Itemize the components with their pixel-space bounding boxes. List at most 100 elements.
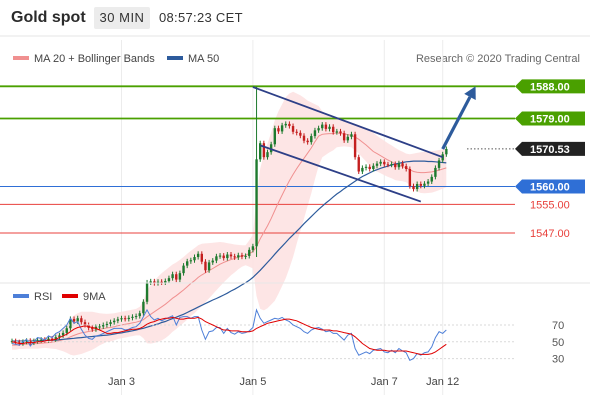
candle [134,316,138,318]
last-price-label: 1570.53 [530,144,570,156]
candle [196,253,200,258]
candle [76,318,79,322]
candle [353,134,357,158]
candle [109,322,112,324]
level-labels: 1588.00 1579.00 1570.53 1560.00 1555.00 1547.… [515,79,585,240]
candle [36,340,39,342]
candle [332,126,335,133]
support-label: 1560.00 [530,182,570,194]
candle [189,260,193,262]
candle [145,282,149,302]
candle [328,126,331,129]
candle [105,323,109,326]
candle [390,163,393,165]
candle [120,318,123,320]
candle [434,167,437,177]
ma50-legend-swatch [167,56,183,60]
candle [182,265,185,274]
candle [317,128,320,131]
candle [65,328,68,333]
candle [430,176,433,182]
candle [80,318,83,323]
rsi-x-axis: Jan 3 Jan 5 Jan 7 Jan 12 [108,376,459,388]
candle [229,254,233,257]
candle [178,273,182,280]
candle [186,261,189,266]
resistance-label: 1579.00 [530,114,570,126]
candle [218,255,222,257]
candle [164,281,167,283]
candle [207,262,211,271]
support-label: 1547.00 [530,228,570,240]
candle [273,128,276,145]
rsi-y-axis: 30 50 70 [552,320,564,366]
candle [175,274,178,280]
rsi-legend: RSI 9MA [13,291,106,303]
x-tick-label: Jan 7 [371,376,398,388]
candle [215,256,218,261]
candle [233,256,236,258]
candle [342,133,346,141]
candle [361,167,364,172]
candle [339,131,342,134]
bollinger-band [12,91,447,356]
x-tick-label: Jan 12 [426,376,459,388]
candle [204,261,207,271]
candle [193,257,196,261]
candle [116,319,120,321]
candle [266,152,269,158]
candle [98,326,101,328]
candle [291,126,295,132]
resistance-label: 1588.00 [530,81,570,93]
candle [401,163,404,167]
candle [383,161,386,165]
candle [364,166,368,168]
candle [415,184,419,190]
rsi-tick-label: 50 [552,337,564,349]
ma20-legend-swatch [13,56,29,60]
candle [419,184,422,186]
candle [226,254,229,259]
candle [142,301,145,314]
candle [386,164,390,166]
target-arrow-shaft [441,96,472,150]
candle [222,255,225,259]
ma20-legend-label: MA 20 + Bollinger Bands [34,53,155,65]
rsi-tick-label: 30 [552,354,564,366]
ma50-legend-label: MA 50 [188,53,219,65]
ma9-legend-label: 9MA [83,291,106,303]
candle [295,131,298,133]
candle [211,260,214,263]
main-legend: MA 20 + Bollinger Bands MA 50 Research ©… [13,53,580,65]
candle [280,125,284,132]
candle [302,135,306,141]
support-label: 1555.00 [530,199,570,211]
candle [412,186,415,190]
candle [167,278,171,282]
rsi-legend-swatch [13,294,29,298]
candle [313,130,317,137]
candle [335,131,339,133]
candle [394,163,397,168]
candle [277,128,280,132]
candle [288,123,291,127]
candle [244,255,247,257]
candle [138,313,141,317]
candle [405,166,408,169]
candle [324,124,328,129]
candle [237,255,240,258]
candle [299,132,302,136]
candle [284,123,287,126]
candle [397,163,401,168]
candle [445,148,448,155]
candle [240,255,244,257]
research-credit: Research © 2020 Trading Central [416,53,580,65]
candle [171,274,174,279]
candle [113,320,116,323]
candle [350,134,353,137]
candle [310,136,313,143]
candle [131,316,134,318]
candle [423,183,426,186]
candle [123,318,127,320]
candle [426,181,430,184]
